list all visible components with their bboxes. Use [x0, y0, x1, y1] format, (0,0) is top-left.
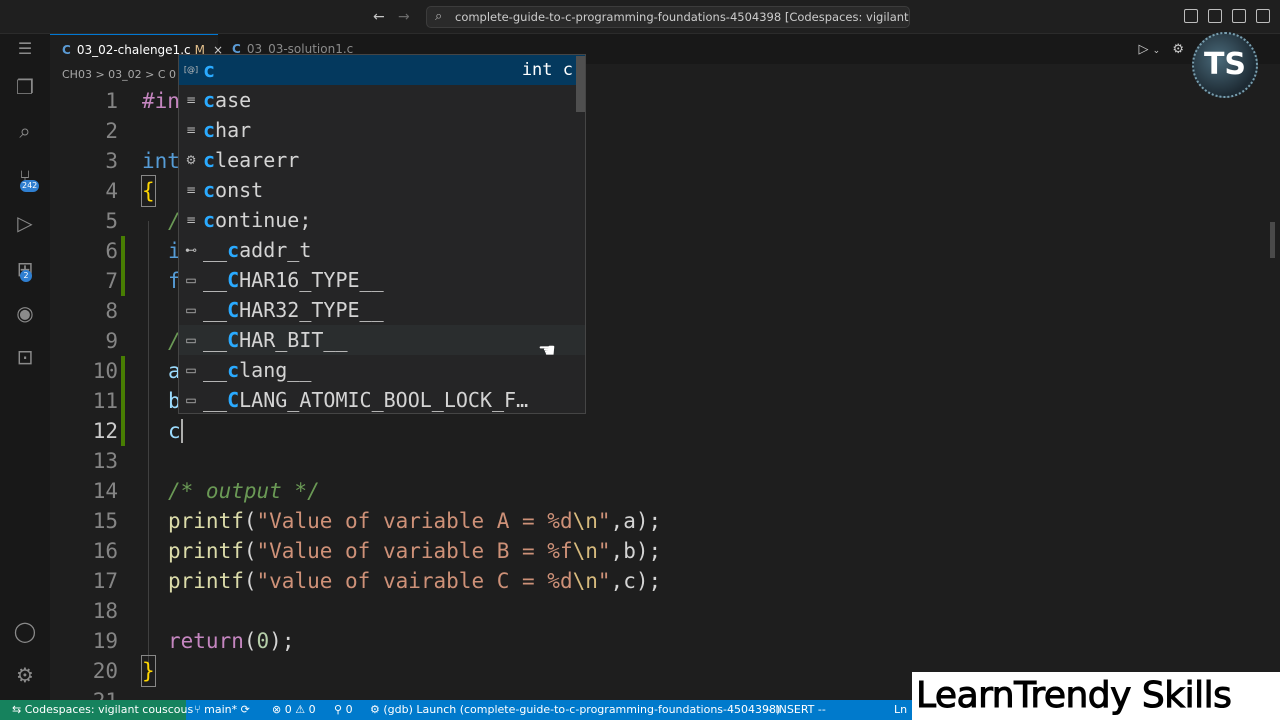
toggle-panel-icon[interactable]	[1208, 9, 1222, 23]
code-line: 12 c	[50, 416, 1280, 446]
keyword-icon: ≡	[185, 183, 197, 197]
channel-logo: TS	[1192, 32, 1258, 98]
minimap-slider[interactable]	[1270, 222, 1275, 258]
suggest-scrollbar[interactable]	[576, 56, 585, 112]
suggestion-item[interactable]: ≡ continue;	[179, 205, 585, 235]
suggestion-item[interactable]: ▭ __CHAR16_TYPE__	[179, 265, 585, 295]
macro-icon: ▭	[185, 303, 197, 317]
problems-indicator[interactable]: ⊗ 0 ⚠ 0	[272, 700, 316, 720]
suggestion-item[interactable]: ⚙ clearerr	[179, 145, 585, 175]
settings-gear-icon[interactable]: ⚙	[12, 662, 38, 688]
current-line-text: c	[168, 419, 183, 443]
suggest-widget[interactable]: [@] c int c ≡ case ≡ char ⚙ clearerr ≡ c…	[178, 54, 586, 414]
hand-pointer-icon: ☚	[538, 338, 556, 362]
branch-icon: ⑂	[194, 703, 205, 716]
keyword-icon: ≡	[185, 123, 197, 137]
run-icon[interactable]: ▷	[1139, 42, 1149, 57]
cursor-position[interactable]: Ln	[894, 700, 907, 720]
git-modified-marker	[121, 236, 125, 266]
text-cursor	[180, 419, 183, 443]
run-debug-icon[interactable]: ▷	[12, 210, 38, 236]
suggestion-item[interactable]: ▭ __clang__	[179, 355, 585, 385]
macro-icon: ▭	[185, 363, 197, 377]
toggle-sidebar-icon[interactable]	[1184, 9, 1198, 23]
ports-icon: ⚲	[334, 703, 346, 716]
code-line: 17 printf("value of vairable C = %d\n",c…	[92, 569, 662, 593]
gear-icon[interactable]: ⚙	[1172, 42, 1184, 57]
git-modified-marker	[121, 416, 125, 446]
suggestion-item[interactable]: ▭ __CHAR32_TYPE__	[179, 295, 585, 325]
toggle-secondary-sidebar-icon[interactable]	[1232, 9, 1246, 23]
vim-mode-indicator: -- INSERT --	[764, 703, 826, 716]
function-icon: ⚙	[185, 153, 197, 167]
chevron-down-icon[interactable]: ⌄	[1153, 46, 1161, 56]
command-center-search[interactable]: ⌕ complete-guide-to-c-programming-founda…	[426, 6, 910, 28]
suggestion-item[interactable]: ≡ case	[179, 85, 585, 115]
snippet-icon: ≡	[185, 213, 197, 227]
c-file-icon: C	[62, 43, 71, 57]
terminal-icon[interactable]: ⊡	[12, 344, 38, 370]
github-icon[interactable]: ◉	[12, 300, 38, 326]
debug-launch-indicator[interactable]: ⚙ (gdb) Launch (complete-guide-to-c-prog…	[370, 700, 780, 720]
command-center-text: complete-guide-to-c-programming-foundati…	[455, 10, 909, 24]
remote-indicator[interactable]: ⇆ Codespaces: vigilant couscous	[0, 700, 193, 720]
code-line: 19 return(0);	[92, 629, 295, 653]
macro-icon: ▭	[185, 393, 197, 407]
explorer-icon[interactable]: ❐	[12, 74, 38, 100]
customize-layout-icon[interactable]	[1256, 9, 1270, 23]
macro-icon: ▭	[185, 273, 197, 287]
code-line: 14 /* output */	[92, 479, 320, 503]
forward-arrow-icon[interactable]: →	[398, 9, 410, 25]
search-icon: ⌕	[435, 9, 443, 24]
remote-icon: ⇆	[12, 703, 25, 716]
suggestion-item[interactable]: ⊷ __caddr_t	[179, 235, 585, 265]
code-line: 13	[92, 449, 118, 473]
watermark-text: LearnTrendy Skills	[912, 672, 1280, 720]
ports-indicator[interactable]: ⚲ 0	[334, 700, 353, 720]
git-modified-marker	[121, 386, 125, 416]
suggestion-item[interactable]: [@] c int c	[179, 55, 585, 85]
extensions-badge: 2	[20, 270, 32, 282]
suggestion-item[interactable]: ≡ const	[179, 175, 585, 205]
macro-icon: ▭	[185, 333, 197, 347]
layout-controls	[1184, 9, 1270, 23]
variable-icon: [@]	[183, 65, 199, 74]
suggestion-detail: int c	[521, 60, 573, 80]
title-bar: ← → ⌕ complete-guide-to-c-programming-fo…	[0, 0, 1280, 34]
branch-indicator[interactable]: ⑂ main* ⟳	[194, 700, 250, 720]
code-line: 16 printf("Value of variable B = %f\n",b…	[92, 539, 662, 563]
sync-icon: ⟳	[237, 703, 250, 716]
typedef-icon: ⊷	[185, 243, 197, 257]
code-line: 18	[92, 599, 118, 623]
run-actions: ▷ ⌄ ⚙	[1139, 42, 1184, 57]
code-line: 15 printf("Value of variable A = %d\n",a…	[92, 509, 662, 533]
breadcrumb[interactable]: CH03 > 03_02 > C 0	[62, 68, 176, 81]
debug-icon: ⚙	[370, 703, 384, 716]
back-arrow-icon[interactable]: ←	[373, 9, 385, 25]
suggestion-item[interactable]: ▭ __CLANG_ATOMIC_BOOL_LOCK_F…	[179, 385, 585, 413]
activity-bar: ☰ ❐ ⌕ ⑂ 242 ▷ ⊞ 2 ◉ ⊡ ◯ ⚙	[0, 34, 50, 700]
git-modified-marker	[121, 266, 125, 296]
account-icon[interactable]: ◯	[12, 618, 38, 644]
menu-icon[interactable]: ☰	[12, 36, 38, 62]
tab-label: 03_02-chalenge1.c	[76, 43, 191, 57]
suggestion-item[interactable]: ≡ char	[179, 115, 585, 145]
search-icon[interactable]: ⌕	[12, 118, 38, 144]
keyword-icon: ≡	[185, 93, 197, 107]
git-modified-marker	[121, 356, 125, 386]
suggestion-item[interactable]: ▭ __CHAR_BIT__	[179, 325, 585, 355]
source-control-badge: 242	[20, 180, 40, 192]
